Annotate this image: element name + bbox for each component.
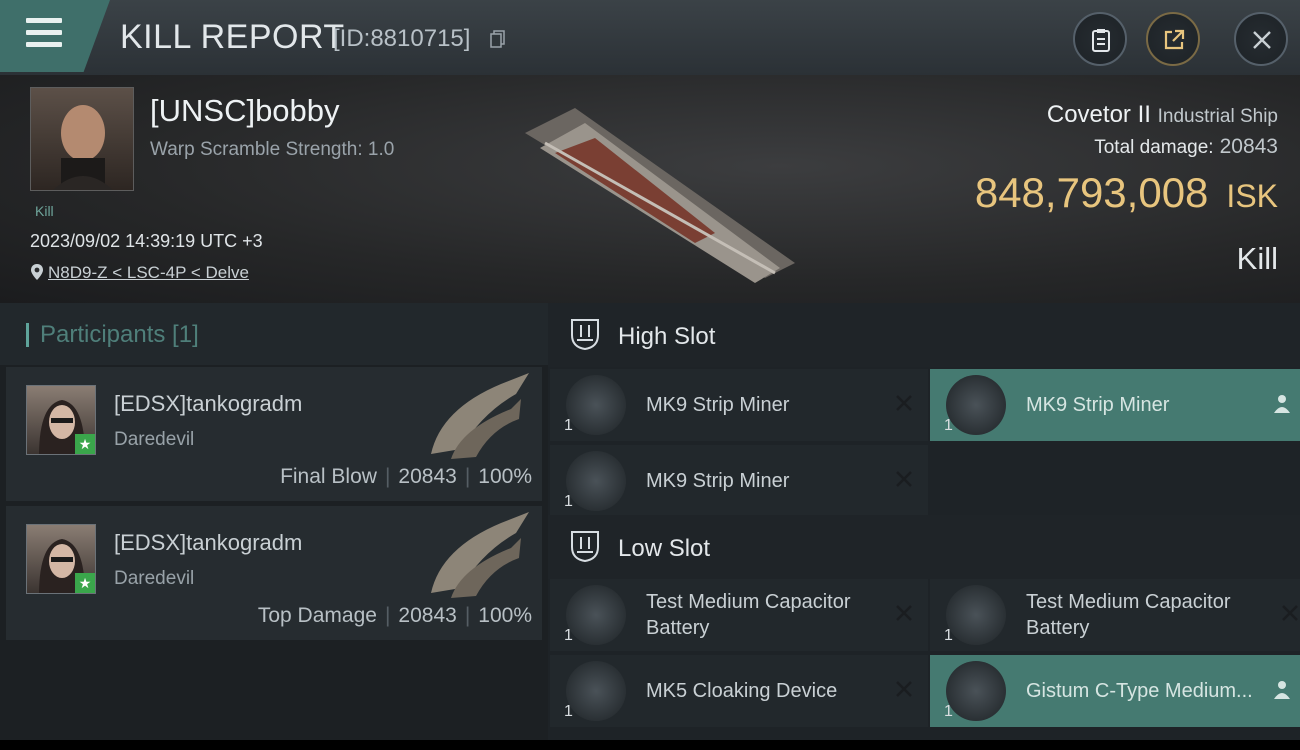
fitting-panel: High Slot 1 MK9 Strip Miner 1 MK9 Strip … xyxy=(548,303,1300,740)
destroyed-icon xyxy=(1282,605,1298,621)
participant-damage: 20843 xyxy=(398,604,457,627)
isk-value: 848,793,008 ISK xyxy=(975,169,1278,217)
victim-header: [UNSC]bobby Warp Scramble Strength: 1.0 … xyxy=(0,75,1300,303)
module-name: MK9 Strip Miner xyxy=(646,470,790,492)
dropped-person-icon xyxy=(1274,681,1290,699)
participants-panel: Participants [1] ★ [EDSX]tankogradm Dare… xyxy=(0,303,548,740)
high-slot-header: High Slot xyxy=(548,303,1300,367)
isk-amount: 848,793,008 xyxy=(974,169,1209,216)
victim-ship[interactable]: Covetor II Industrial Ship xyxy=(1047,101,1278,129)
participant-percent: 100% xyxy=(478,465,532,488)
menu-button[interactable] xyxy=(0,0,110,72)
module-quantity: 1 xyxy=(944,703,953,720)
star-icon: ★ xyxy=(75,573,95,593)
participant-percent: 100% xyxy=(478,604,532,627)
participant-ship: Daredevil xyxy=(114,568,195,589)
strip-miner-icon xyxy=(566,375,626,435)
module-name: MK9 Strip Miner xyxy=(1026,394,1170,416)
participant-name: [EDSX]tankogradm xyxy=(114,391,303,416)
participants-title: Participants [1] xyxy=(40,321,199,348)
close-icon xyxy=(1253,31,1271,49)
participant-avatar: ★ xyxy=(26,385,96,455)
kill-tag: Kill xyxy=(35,203,54,219)
module-item[interactable]: 1 MK9 Strip Miner xyxy=(550,445,928,517)
dropped-person-icon xyxy=(1274,395,1290,413)
module-item[interactable]: 1 Test Medium Capacitor Battery xyxy=(930,579,1300,651)
top-bar: KILL REPORT [ID:8810715] xyxy=(0,0,1300,75)
kill-result: Kill xyxy=(1236,241,1278,276)
participants-header: Participants [1] xyxy=(0,303,548,365)
clipboard-icon xyxy=(1092,29,1110,52)
star-icon: ★ xyxy=(75,434,95,454)
participant-stats: Final Blow | 20843 | 100% xyxy=(280,465,532,488)
location-link[interactable]: N8D9-Z < LSC-4P < Delve xyxy=(30,263,249,283)
participant-name: [EDSX]tankogradm xyxy=(114,530,303,555)
total-damage-value: 20843 xyxy=(1219,135,1278,158)
bottom-edge xyxy=(0,740,1300,750)
export-icon xyxy=(1164,29,1185,50)
participant-role: Final Blow xyxy=(280,465,377,488)
module-name: Test Medium Capacitor Battery xyxy=(646,591,851,639)
module-item[interactable]: 1 MK5 Cloaking Device xyxy=(550,655,928,727)
destroyed-icon xyxy=(896,395,912,411)
module-name: MK9 Strip Miner xyxy=(646,394,790,416)
module-name: Test Medium Capacitor Battery xyxy=(1026,591,1231,639)
warp-scramble-strength: Warp Scramble Strength: 1.0 xyxy=(150,139,395,160)
total-damage: Total damage: 20843 xyxy=(1094,135,1278,159)
close-button[interactable] xyxy=(1234,12,1288,66)
export-button[interactable] xyxy=(1146,12,1200,66)
page-title: KILL REPORT xyxy=(120,18,345,56)
total-damage-label: Total damage: xyxy=(1094,137,1214,158)
module-quantity: 1 xyxy=(564,417,573,434)
participant-ship: Daredevil xyxy=(114,429,195,450)
capacitor-battery-icon xyxy=(946,585,1006,645)
participant-avatar: ★ xyxy=(26,524,96,594)
victim-ship-image xyxy=(525,108,795,283)
module-quantity: 1 xyxy=(944,417,953,434)
gistum-module-icon xyxy=(946,661,1006,721)
strip-miner-icon xyxy=(566,451,626,511)
menu-icon xyxy=(26,18,62,50)
strip-miner-icon xyxy=(946,375,1006,435)
report-id: [ID:8810715] xyxy=(333,25,471,52)
destroyed-icon xyxy=(896,471,912,487)
module-quantity: 1 xyxy=(564,493,573,510)
destroyed-icon xyxy=(896,605,912,621)
module-quantity: 1 xyxy=(564,703,573,720)
participant-stats: Top Damage | 20843 | 100% xyxy=(257,604,532,627)
high-slot-icon xyxy=(571,319,599,351)
location-pin-icon xyxy=(31,264,43,280)
participant-ship-image xyxy=(431,512,529,598)
module-item[interactable]: 1 Test Medium Capacitor Battery xyxy=(550,579,928,651)
module-name: MK5 Cloaking Device xyxy=(646,680,838,702)
module-name: Gistum C-Type Medium... xyxy=(1026,680,1253,702)
module-item[interactable]: 1 MK9 Strip Miner xyxy=(550,369,928,441)
capacitor-battery-icon xyxy=(566,585,626,645)
module-quantity: 1 xyxy=(944,627,953,644)
copy-icon[interactable] xyxy=(490,30,506,48)
destroyed-icon xyxy=(896,681,912,697)
ship-name: Covetor II xyxy=(1046,101,1151,128)
cloaking-device-icon xyxy=(566,661,626,721)
isk-unit: ISK xyxy=(1226,178,1278,214)
high-slot-title: High Slot xyxy=(618,323,716,350)
victim-name[interactable]: [UNSC]bobby xyxy=(150,93,340,129)
low-slot-icon xyxy=(571,531,599,563)
victim-avatar[interactable] xyxy=(30,87,134,191)
clipboard-button[interactable] xyxy=(1073,12,1127,66)
kill-datetime: 2023/09/02 14:39:19 UTC +3 xyxy=(30,231,263,251)
low-slot-title: Low Slot xyxy=(618,535,711,562)
participant-card[interactable]: ★ [EDSX]tankogradm Daredevil Final Blow |… xyxy=(6,367,542,501)
participant-damage: 20843 xyxy=(398,465,457,488)
module-item[interactable]: 1 Gistum C-Type Medium... xyxy=(930,655,1300,727)
participant-card[interactable]: ★ [EDSX]tankogradm Daredevil Top Damage |… xyxy=(6,506,542,640)
ship-class: Industrial Ship xyxy=(1157,106,1278,127)
module-item[interactable]: 1 MK9 Strip Miner xyxy=(930,369,1300,441)
participant-ship-image xyxy=(431,373,529,459)
location-text: N8D9-Z < LSC-4P < Delve xyxy=(48,263,249,282)
participant-role: Top Damage xyxy=(257,604,377,627)
module-quantity: 1 xyxy=(564,627,573,644)
low-slot-header: Low Slot xyxy=(548,515,1300,579)
